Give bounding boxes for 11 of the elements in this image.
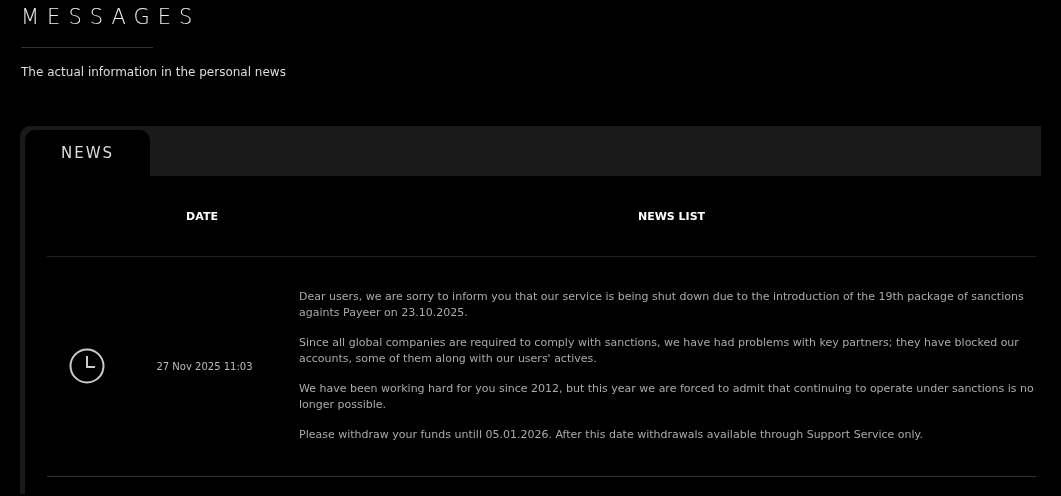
column-header: NEWS LIST bbox=[637, 209, 706, 223]
page-subtitle: The actual information in the personal news bbox=[21, 65, 286, 79]
news-paragraph: Please withdraw your funds untill 05.01.2026. After this date withdrawals available through Support Service only. bbox=[299, 427, 924, 443]
clock-icon bbox=[69, 348, 105, 384]
news-paragraph: Dear users, we are sorry to inform you that our service is being shut down due to the introduction of the 19th package of sanctions againts Payeer on 23.10.2025. bbox=[299, 289, 1025, 321]
news-paragraph: Since all global companies are required to comply with sanctions, we have had problems with key partners; they have blocked our accounts, some of them along with our users' actives. bbox=[299, 335, 1020, 367]
news-paragraph: We have been working hard for you since 2012, but this year we are forced to admit that continuing to operate under sanctions is no longer possible. bbox=[299, 381, 1035, 413]
column-header: DATE bbox=[186, 209, 218, 223]
news-date: 27 Nov 2025 11:03 bbox=[156, 360, 253, 372]
page-title: MESSAGES bbox=[21, 4, 201, 30]
news-tab[interactable]: NEWS bbox=[25, 130, 150, 176]
